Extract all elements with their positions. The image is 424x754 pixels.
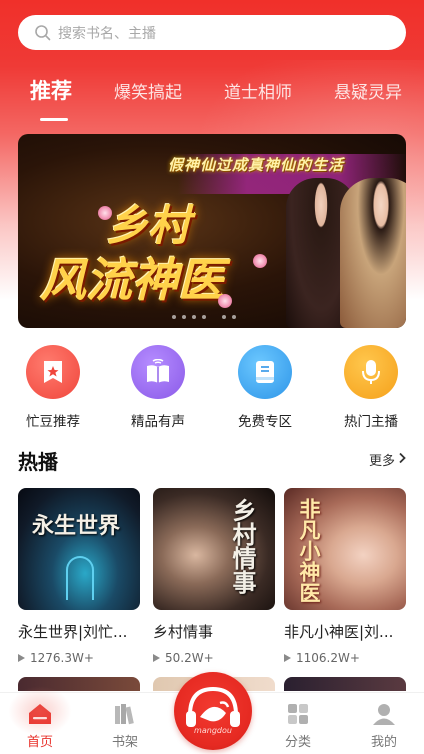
user-icon: [371, 701, 397, 727]
flower-decoration: [253, 254, 267, 268]
search-placeholder: 搜索书名、主播: [58, 25, 156, 42]
play-icon: [153, 654, 160, 662]
entry-free-zone[interactable]: 免费专区: [225, 345, 305, 430]
nav-category[interactable]: 分类: [268, 701, 328, 750]
page-dot: [202, 315, 206, 319]
card-title: 永生世界|刘忙...: [18, 623, 128, 641]
banner-character-right: [340, 178, 406, 328]
nav-label: 我的: [370, 735, 397, 750]
promo-banner[interactable]: 假神仙过成真神仙的生活 乡村 风流神医: [18, 134, 406, 328]
cover-image: 永生世界: [18, 488, 140, 610]
play-count: 1276.3W+: [18, 651, 140, 665]
book-icon: [238, 345, 292, 399]
tab-taoist[interactable]: 道士相师: [224, 78, 292, 103]
audio-book-icon: [131, 345, 185, 399]
section-title-hot: 热播: [18, 450, 58, 474]
audiobook-card[interactable]: 非凡小神医 非凡小神医|刘... 1106.2W+: [284, 488, 406, 665]
play-count: 1106.2W+: [284, 651, 406, 665]
play-count-value: 1276.3W+: [30, 651, 94, 665]
cover-gate: [66, 556, 94, 600]
cover-image: 非凡小神医: [284, 488, 406, 610]
brand-wordmark: mangdou: [194, 726, 232, 735]
star-badge-icon: [26, 345, 80, 399]
entry-label: 忙豆推荐: [26, 414, 80, 430]
tab-suspense[interactable]: 悬疑灵异: [334, 78, 402, 103]
flower-decoration: [98, 206, 112, 220]
play-count-value: 50.2W+: [165, 651, 214, 665]
nav-bookshelf[interactable]: 书架: [95, 701, 155, 750]
cover-title: 非凡小神医: [297, 498, 321, 603]
tab-comedy[interactable]: 爆笑搞起: [114, 78, 182, 103]
play-count: 50.2W+: [153, 651, 275, 665]
card-title: 非凡小神医|刘...: [284, 623, 394, 641]
cover-image: 乡村情事: [153, 488, 275, 610]
search-bar[interactable]: 搜索书名、主播: [18, 15, 406, 50]
active-tab-indicator: [40, 118, 68, 121]
entry-label: 精品有声: [131, 414, 185, 430]
search-icon: [34, 24, 52, 42]
page-dot: [222, 315, 226, 319]
next-row-cover: [284, 677, 406, 691]
page-dot: [192, 315, 196, 319]
tab-recommend[interactable]: 推荐: [30, 75, 72, 105]
flower-decoration: [218, 294, 232, 308]
more-link[interactable]: 更多: [369, 450, 406, 469]
nav-profile[interactable]: 我的: [354, 701, 414, 750]
category-tabs: 推荐 爆笑搞起 道士相师 悬疑灵异: [0, 78, 424, 118]
play-icon: [284, 654, 291, 662]
cover-title: 永生世界: [32, 514, 121, 539]
nav-label: 书架: [111, 735, 138, 750]
quick-entries: 忙豆推荐 精品有声 免费专区 热门主播: [0, 345, 424, 435]
bookshelf-icon: [112, 701, 138, 727]
banner-subtitle: 假神仙过成真神仙的生活: [168, 156, 345, 174]
banner-pagination: [172, 315, 236, 319]
play-icon: [18, 654, 25, 662]
cover-title: 乡村情事: [228, 498, 256, 594]
center-play-button[interactable]: mangdou: [174, 672, 252, 750]
page-dot: [182, 315, 186, 319]
chevron-right-icon: [398, 452, 406, 468]
entry-premium-audio[interactable]: 精品有声: [118, 345, 198, 430]
page-dot: [232, 315, 236, 319]
card-title: 乡村情事: [153, 623, 214, 641]
category-icon: [285, 701, 311, 727]
more-label: 更多: [368, 454, 395, 469]
banner-title-line2: 风流神医: [40, 253, 224, 307]
entry-label: 免费专区: [238, 414, 292, 430]
home-active-glow: [8, 686, 72, 736]
entry-hot-hosts[interactable]: 热门主播: [331, 345, 411, 430]
microphone-icon: [344, 345, 398, 399]
nav-label: 分类: [284, 735, 311, 750]
audiobook-card[interactable]: 乡村情事 乡村情事 50.2W+: [153, 488, 275, 665]
page-dot: [172, 315, 176, 319]
entry-mangdou-recommend[interactable]: 忙豆推荐: [13, 345, 93, 430]
entry-label: 热门主播: [344, 414, 398, 430]
play-count-value: 1106.2W+: [296, 651, 360, 665]
audiobook-card[interactable]: 永生世界 永生世界|刘忙... 1276.3W+: [18, 488, 140, 665]
